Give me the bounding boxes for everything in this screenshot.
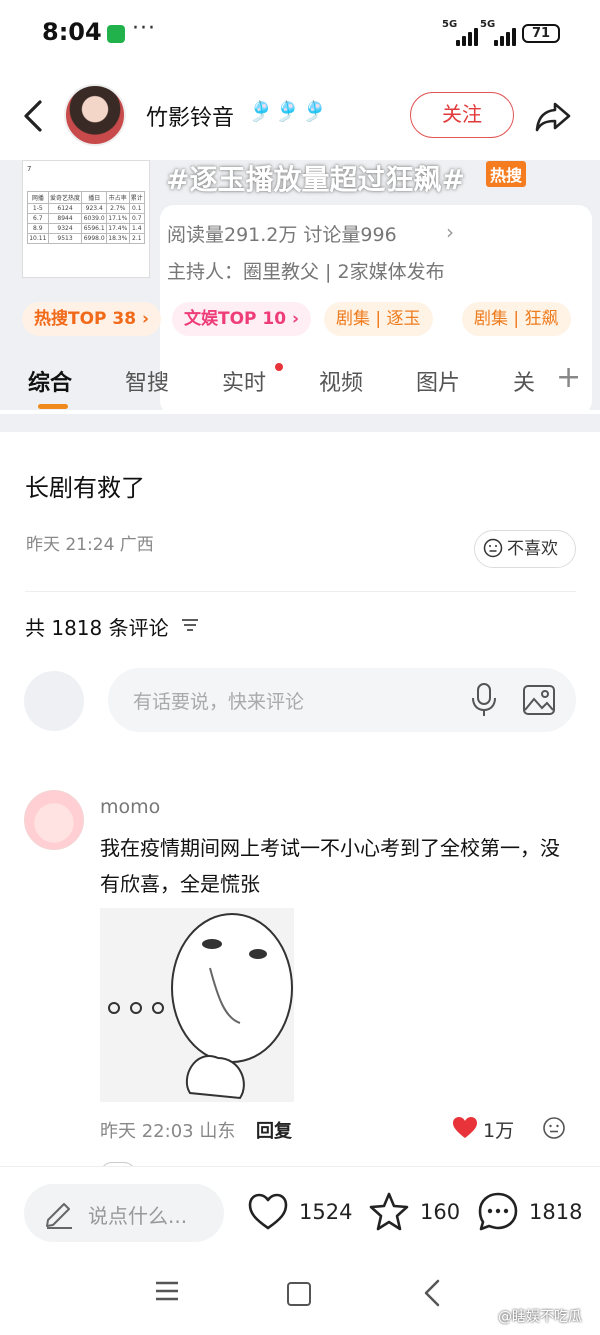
watermark: @瞎娱不吃瓜 [498,1309,582,1325]
thumb-cell: 18.3% [106,233,130,244]
hot-search-tag[interactable]: 热搜TOP 38 › [22,302,162,336]
add-tab-icon[interactable]: + [556,360,581,395]
pencil-icon [46,1203,72,1229]
thumb-cell: 1.4 [128,223,146,234]
thumb-cell: 0.1 [128,203,146,214]
chevron-right-icon[interactable]: › [446,220,454,244]
tab-follow[interactable]: 关 [513,365,535,397]
image-icon[interactable] [522,684,556,716]
username[interactable]: 竹影铃音 [146,100,234,132]
back-arrow-icon[interactable] [20,96,50,136]
thumb-cell: 8.9 [27,223,49,234]
thumb-cell: 市占率 [106,191,130,204]
thumb-cell: 9513 [47,233,83,244]
meme-image[interactable] [100,908,294,1102]
reply-button[interactable]: 回复 [256,1117,292,1143]
recent-apps-icon[interactable] [155,1280,179,1302]
entertainment-tag[interactable]: 文娱TOP 10 › [172,302,312,336]
divider [25,591,576,592]
heart-filled-icon[interactable] [452,1116,478,1140]
active-tab-indicator [38,404,68,409]
post-meta: 昨天 21:24 广西 [26,535,154,555]
thumb-cell: 2.1 [128,233,146,244]
thumb-cell: 6039.0 [81,213,108,224]
comment-text: 我在疫情期间网上考试一不小心考到了全校第一，没有欣喜，全是慌张 [100,836,560,896]
thumb-cell: 17.4% [106,223,130,234]
tab-video[interactable]: 视频 [319,365,363,397]
home-icon[interactable] [287,1282,311,1306]
star-icon[interactable] [368,1191,410,1233]
thumb-cell: 网播 [27,191,49,204]
new-dot-icon [275,363,283,371]
drama-tag-zhuyu[interactable]: 剧集 | 逐玉 [324,302,433,336]
comment-input-placeholder[interactable]: 有话要说，快来评论 [133,687,304,714]
signal-label: 5G [480,19,496,30]
post-title: 长剧有救了 [25,474,145,502]
drama-tag-kuangbiao[interactable]: 剧集 | 狂飙 [462,302,571,336]
hot-badge: 热搜 [486,161,527,187]
share-icon[interactable] [533,96,573,136]
like-icon[interactable] [247,1191,289,1233]
comment-icon[interactable] [477,1191,519,1233]
favorite-count: 160 [420,1200,461,1224]
thumb-cell: 8944 [47,213,83,224]
section-divider [0,414,600,432]
thumb-cell: 2.7% [106,203,130,214]
tab-smart-search[interactable]: 智搜 [125,365,169,397]
thumb-cell: 17.1% [106,213,130,224]
thumb-cell: 6998.0 [81,233,108,244]
status-time: 8:04 [42,18,102,46]
neutral-face-icon [483,538,503,558]
comment-like-count: 1万 [483,1120,515,1142]
thumb-cell: 9324 [47,223,83,234]
thumb-cell: 累计 [128,191,146,204]
thumb-caption: 7 [27,165,32,173]
microphone-icon[interactable] [470,682,498,718]
thumb-cell: 923.4 [81,203,108,214]
topic-host: 主持人：圈里教父 | 2家媒体发布 [167,261,445,283]
neutral-face-icon[interactable] [542,1116,566,1140]
topic-title[interactable]: #逐玉播放量超过狂飙# [166,158,465,198]
comment-count: 共 1818 条评论 [25,616,169,640]
nav-back-icon[interactable] [422,1278,442,1308]
username-badge-icon: 🎐🎐🎐 [248,99,329,123]
thumb-cell: 0.7 [128,213,146,224]
signal-icon: 5G [480,19,516,46]
like-count: 1524 [299,1200,353,1224]
tab-realtime[interactable]: 实时 [222,365,266,397]
topic-thumbnail[interactable]: 7 网播 爱奇艺热度 播日 市占率 累计 1-5 6124 923.4 2.7% 0.1… [22,160,150,278]
thumb-cell: 6.7 [27,213,49,224]
sort-icon[interactable] [180,616,200,634]
tab-general[interactable]: 综合 [28,365,72,397]
thumb-cell: 6124 [47,203,83,214]
comment-total: 1818 [529,1200,583,1224]
thumb-table: 网播 爱奇艺热度 播日 市占率 累计 1-5 6124 923.4 2.7% 0.1 6… [27,191,146,244]
thumb-cell: 播日 [81,191,108,204]
commenter-name[interactable]: momo [100,796,160,818]
thumb-cell: 6596.1 [81,223,108,234]
signal-icon: 5G [442,19,478,46]
app-notification-icon [107,25,125,43]
thumb-cell: 1-5 [27,203,49,214]
topic-stats[interactable]: 阅读量291.2万 讨论量996 [167,220,397,247]
tab-images[interactable]: 图片 [416,365,460,397]
say-something-placeholder[interactable]: 说点什么... [88,1200,187,1229]
my-avatar [24,671,84,731]
thumb-cell: 爱奇艺热度 [47,191,83,204]
follow-button[interactable]: 关注 [410,92,514,138]
battery-icon: 71 [522,24,560,43]
comment-meta: 昨天 22:03 山东 [100,1121,236,1142]
avatar[interactable] [64,84,126,146]
signal-label: 5G [442,19,458,30]
more-notifications-icon: ··· [132,16,156,41]
commenter-avatar[interactable] [24,790,84,850]
thumb-cell: 10.11 [27,233,49,244]
